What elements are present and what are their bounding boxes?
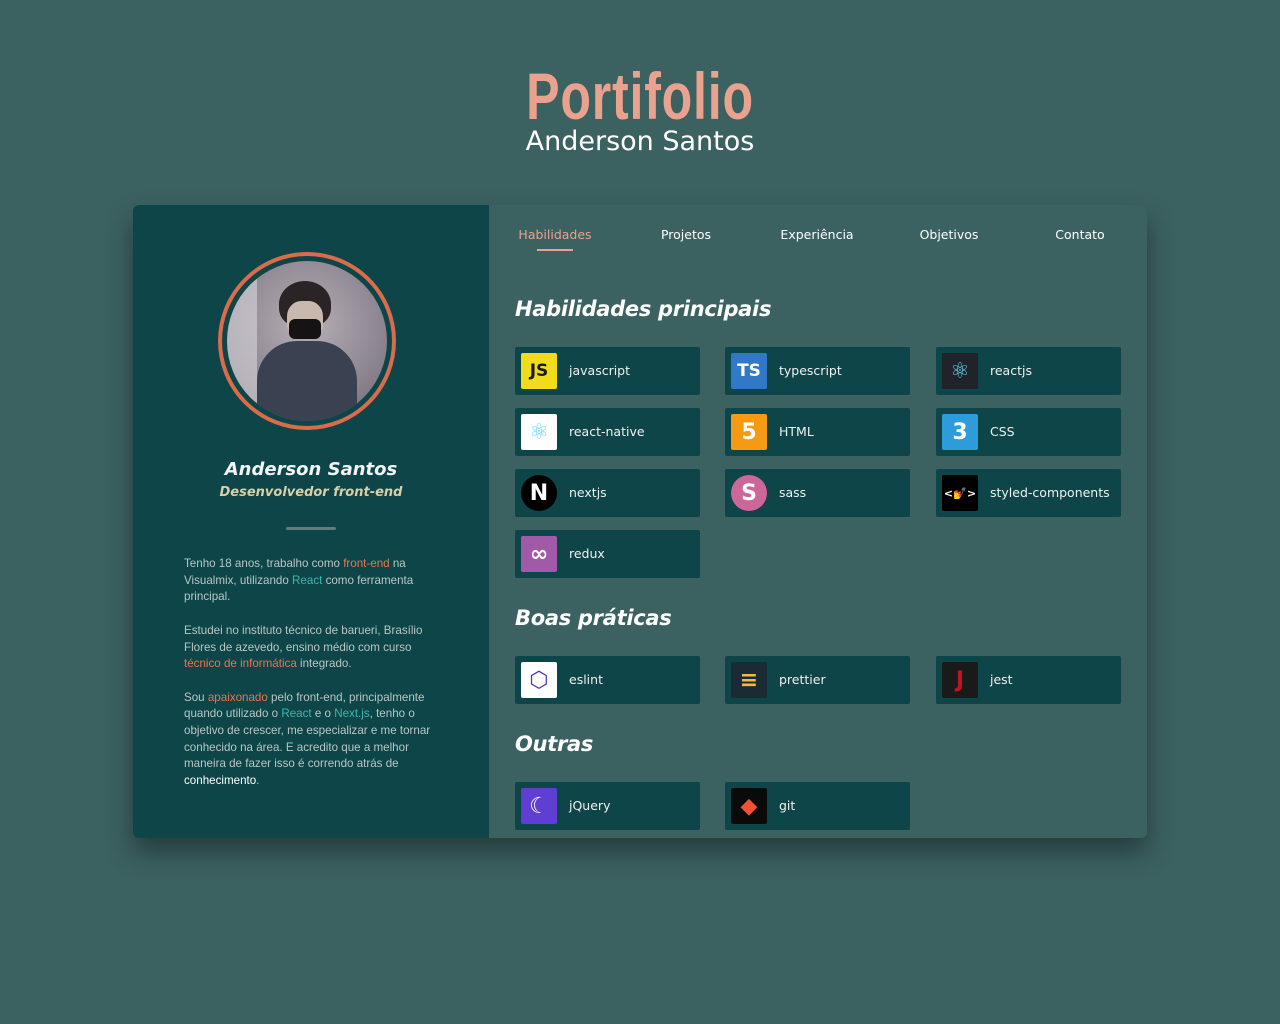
bio-text: Sou	[184, 690, 208, 704]
skill-label: jQuery	[569, 798, 611, 813]
skill-label: git	[779, 798, 796, 813]
bio-paragraph: Tenho 18 anos, trabalho como front-end n…	[184, 556, 444, 606]
hero-title: Portifolio	[526, 59, 754, 133]
sass-icon: S	[731, 475, 767, 511]
tab-bar: Habilidades Projetos Experiência Objetivos C…	[489, 227, 1147, 257]
hero-name: Anderson Santos	[525, 126, 755, 157]
skill-label: reactjs	[990, 363, 1032, 378]
bio-highlight: conhecimento	[184, 774, 257, 788]
jquery-icon: ☾	[521, 788, 557, 824]
profile-role: Desenvolvedor front-end	[219, 485, 403, 500]
skill-card-git[interactable]: ◆ git	[725, 782, 910, 830]
skill-label: sass	[779, 485, 807, 500]
skill-card-prettier[interactable]: ≡ prettier	[725, 656, 910, 704]
react-icon: ⚛	[942, 353, 978, 389]
skill-card-eslint[interactable]: ⬡ eslint	[515, 656, 700, 704]
profile-bio: Tenho 18 anos, trabalho como front-end n…	[184, 556, 444, 807]
tab-projetos[interactable]: Projetos	[661, 227, 711, 242]
active-tab-underline	[537, 249, 573, 251]
skill-card-reactjs[interactable]: ⚛ reactjs	[936, 347, 1121, 395]
bio-highlight: Next.js	[334, 707, 370, 721]
bio-highlight: técnico de informática	[184, 657, 297, 671]
eslint-icon: ⬡	[521, 662, 557, 698]
avatar-ring	[218, 252, 396, 430]
skill-card-jest[interactable]: Jjest	[936, 656, 1121, 704]
prettier-icon: ≡	[731, 662, 767, 698]
profile-name: Anderson Santos	[224, 459, 398, 480]
skill-card-styled-components[interactable]: <💅> styled-components	[936, 469, 1121, 517]
profile-sidebar: Anderson Santos Desenvolvedor front-end …	[133, 205, 489, 838]
bio-text: e o	[311, 707, 335, 721]
bio-text: .	[256, 774, 260, 788]
skill-label: jest	[990, 672, 1013, 687]
bio-highlight: React	[292, 573, 323, 587]
skill-label: typescript	[779, 363, 842, 378]
skill-card-typescript[interactable]: TS typescript	[725, 347, 910, 395]
css3-icon: 3	[942, 414, 978, 450]
bio-highlight: React	[281, 707, 312, 721]
skill-label: CSS	[990, 424, 1015, 439]
skill-label: nextjs	[569, 485, 607, 500]
redux-icon: ∞	[521, 536, 557, 572]
skill-label: react-native	[569, 424, 645, 439]
skill-card-redux[interactable]: ∞ redux	[515, 530, 700, 578]
tab-contato[interactable]: Contato	[1055, 227, 1104, 242]
javascript-icon: JS	[521, 353, 557, 389]
skill-card-sass[interactable]: Ssass	[725, 469, 910, 517]
avatar	[227, 261, 387, 421]
skill-label: eslint	[569, 672, 603, 687]
skill-card-react-native[interactable]: ⚛ react-native	[515, 408, 700, 456]
skill-label: redux	[569, 546, 605, 561]
section-title: Boas práticas	[515, 606, 672, 630]
bio-paragraph: Estudei no instituto técnico de barueri,…	[184, 623, 444, 673]
skill-card-javascript[interactable]: JS javascript	[515, 347, 700, 395]
bio-highlight: apaixonado	[207, 690, 268, 704]
bio-text: integrado.	[296, 657, 352, 671]
bio-highlight: front-end	[343, 557, 390, 570]
styled-components-icon: <💅>	[942, 475, 978, 511]
tab-objetivos[interactable]: Objetivos	[920, 227, 979, 242]
skill-card-jquery[interactable]: ☾ jQuery	[515, 782, 700, 830]
skill-card-html[interactable]: 5 HTML	[725, 408, 910, 456]
skill-label: javascript	[569, 363, 631, 378]
tab-habilidades[interactable]: Habilidades	[518, 227, 591, 242]
tab-experiência[interactable]: Experiência	[780, 227, 853, 242]
bio-paragraph: Sou apaixonado pelo front-end, principal…	[184, 690, 444, 790]
typescript-icon: TS	[731, 353, 767, 389]
git-icon: ◆	[731, 788, 767, 824]
bio-text: Tenho 18 anos, trabalho como	[184, 557, 344, 570]
skill-card-nextjs[interactable]: Nnextjs	[515, 469, 700, 517]
html5-icon: 5	[731, 414, 767, 450]
skill-label: styled-components	[990, 485, 1110, 500]
react-native-icon: ⚛	[521, 414, 557, 450]
skill-card-css[interactable]: 3 CSS	[936, 408, 1121, 456]
bio-text: Estudei no instituto técnico de barueri,…	[184, 623, 423, 654]
jest-icon: J	[942, 662, 978, 698]
skill-label: prettier	[779, 672, 826, 687]
skill-label: HTML	[779, 424, 814, 439]
portfolio-card: Anderson Santos Desenvolvedor front-end …	[133, 205, 1147, 838]
divider	[286, 527, 336, 530]
section-title: Outras	[515, 732, 594, 756]
nextjs-icon: N	[521, 475, 557, 511]
section-title: Habilidades principais	[515, 297, 772, 321]
